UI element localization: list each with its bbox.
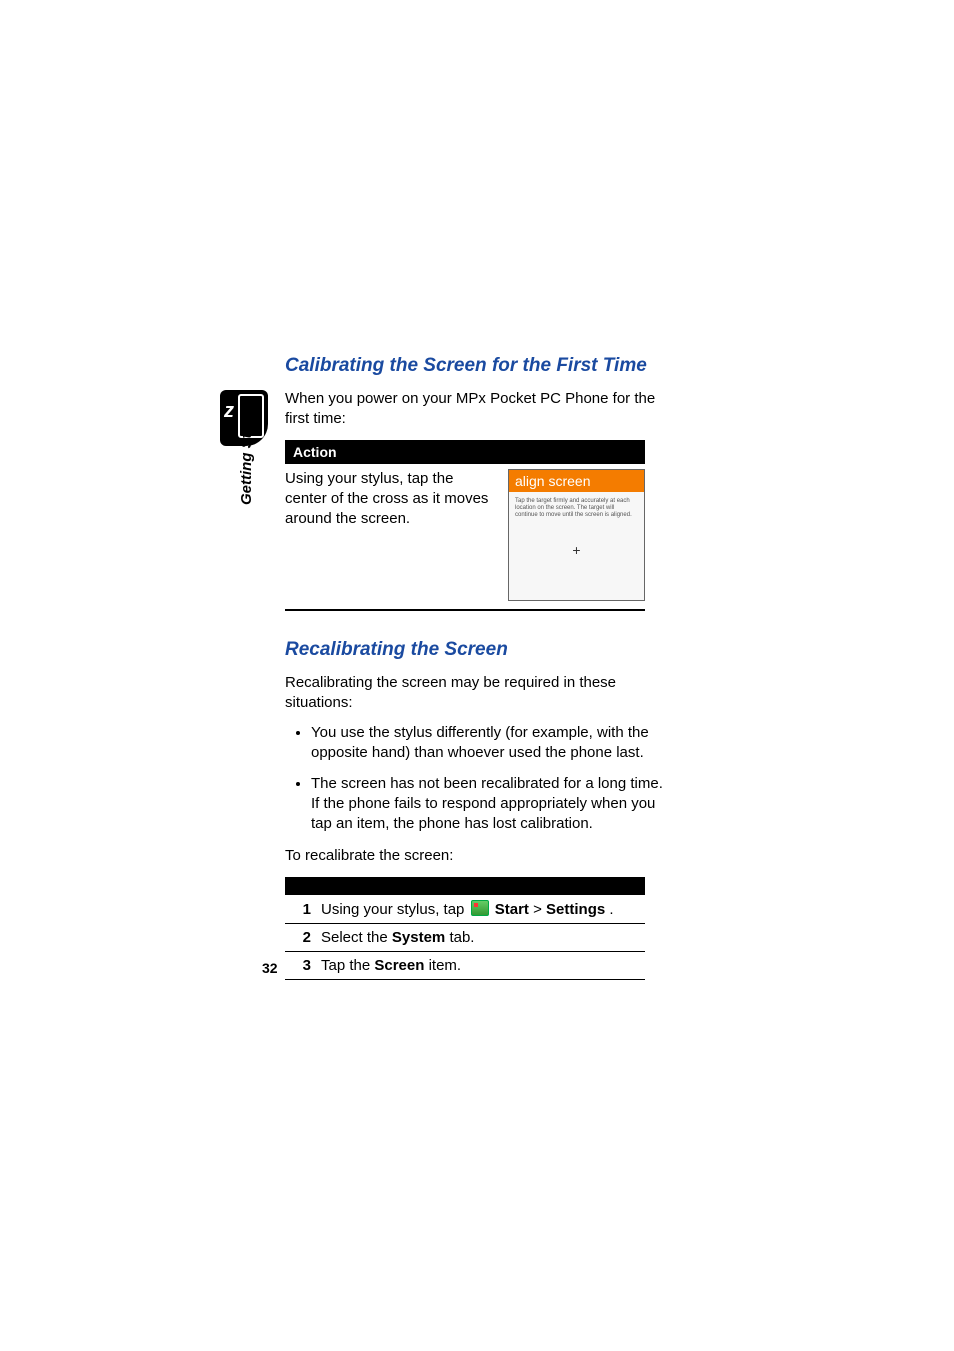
- step-row: 2 Select the System tab.: [285, 924, 645, 952]
- bullet-list: You use the stylus differently (for exam…: [285, 723, 665, 834]
- heading-recalibrating: Recalibrating the Screen: [285, 639, 665, 661]
- step-mid: >: [533, 901, 546, 918]
- step-pre: Using your stylus, tap: [321, 901, 469, 918]
- step-number: 1: [285, 901, 321, 918]
- step-bold: Screen: [374, 957, 424, 974]
- manual-page: z Getting Started Calibrating the Screen…: [0, 0, 954, 1351]
- step-bold: Start: [495, 901, 529, 918]
- step-row: 1 Using your stylus, tap Start > Setting…: [285, 895, 645, 924]
- bullet-item: You use the stylus differently (for exam…: [311, 723, 665, 764]
- step-row: 3 Tap the Screen item.: [285, 952, 645, 980]
- step-number: 3: [285, 957, 321, 974]
- recalibrate-lead: To recalibrate the screen:: [285, 846, 665, 866]
- step-text: Tap the Screen item.: [321, 957, 645, 974]
- align-screen-instruction: Tap the target firmly and accurately at …: [509, 492, 644, 520]
- action-row: Using your stylus, tap the center of the…: [285, 464, 645, 609]
- step-bold: System: [392, 929, 445, 946]
- section-tab-text: Getting Started: [238, 397, 255, 505]
- action-text: Using your stylus, tap the center of the…: [285, 469, 508, 530]
- start-menu-icon: [471, 900, 489, 916]
- steps-table: 1 Using your stylus, tap Start > Setting…: [285, 877, 645, 980]
- action-header: Action: [285, 440, 645, 464]
- section-tab-label: Getting Started: [238, 397, 255, 505]
- intro-paragraph-2: Recalibrating the screen may be required…: [285, 673, 665, 714]
- align-screen-figure: align screen Tap the target firmly and a…: [508, 469, 645, 601]
- action-table: Action Using your stylus, tap the center…: [285, 440, 665, 611]
- action-bottom-rule: [285, 609, 645, 611]
- step-pre: Tap the: [321, 957, 374, 974]
- steps-header-rule: [285, 877, 645, 895]
- step-text: Select the System tab.: [321, 929, 645, 946]
- step-mid: tab.: [449, 929, 474, 946]
- bullet-item: The screen has not been recalibrated for…: [311, 774, 665, 835]
- step-text: Using your stylus, tap Start > Settings …: [321, 900, 645, 918]
- intro-paragraph-1: When you power on your MPx Pocket PC Pho…: [285, 389, 665, 430]
- step-bold: Settings: [546, 901, 605, 918]
- step-tail: .: [609, 901, 613, 918]
- step-number: 2: [285, 929, 321, 946]
- heading-calibrating: Calibrating the Screen for the First Tim…: [285, 355, 665, 377]
- align-screen-title: align screen: [509, 470, 644, 492]
- step-pre: Select the: [321, 929, 392, 946]
- cross-target-icon: +: [572, 542, 580, 558]
- page-number: 32: [262, 960, 278, 976]
- page-content: Calibrating the Screen for the First Tim…: [285, 355, 665, 980]
- step-mid: item.: [429, 957, 462, 974]
